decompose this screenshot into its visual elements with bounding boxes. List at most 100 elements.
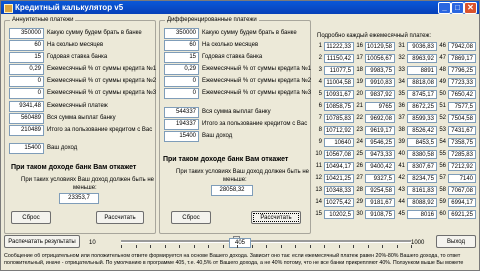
payment-amount-field[interactable]: 7067,08	[448, 186, 476, 195]
slider-tick	[280, 245, 282, 248]
payment-month-number: 37	[398, 115, 405, 121]
payment-amount-field[interactable]: 7577,5	[448, 102, 476, 111]
payment-amount-field[interactable]: 8234,75	[407, 174, 437, 183]
payment-amount-field[interactable]: 9473,33	[365, 150, 395, 159]
payment-amount-field[interactable]: 9254,58	[365, 186, 395, 195]
payment-amount-field[interactable]: 6921,25	[448, 210, 476, 219]
differentiated-field-label: Ваш доход	[202, 133, 233, 139]
exit-button[interactable]: Выход	[436, 235, 476, 248]
differentiated-field-input[interactable]: 15	[164, 52, 199, 63]
ratio-slider-track[interactable]	[121, 240, 411, 243]
maximize-button[interactable]: □	[451, 2, 464, 14]
payment-amount-field[interactable]: 8380,58	[407, 150, 437, 159]
payment-amount-field[interactable]: 7796,25	[448, 66, 476, 75]
payment-amount-field[interactable]: 9983,75	[365, 66, 395, 75]
payment-amount-field[interactable]: 10056,67	[365, 54, 395, 63]
annuity-field-input[interactable]: 350000	[9, 28, 44, 39]
payment-amount-field[interactable]: 7650,42	[448, 90, 476, 99]
payment-amount-field[interactable]: 8016	[407, 210, 437, 219]
payment-amount-field[interactable]: 9400,42	[365, 162, 395, 171]
payment-month-number: 59	[439, 199, 446, 205]
differentiated-field-input[interactable]: 0	[164, 76, 199, 87]
annuity-field-input[interactable]: 60	[9, 40, 44, 51]
annuity-field-input[interactable]: 15400	[9, 143, 44, 154]
payment-amount-field[interactable]: 7942,08	[448, 42, 476, 51]
payment-amount-field[interactable]: 8526,42	[407, 126, 437, 135]
payment-amount-field[interactable]: 11077,5	[324, 66, 354, 75]
payment-amount-field[interactable]: 8963,92	[407, 54, 437, 63]
payment-amount-field[interactable]: 9619,17	[365, 126, 395, 135]
payment-amount-field[interactable]: 9546,25	[365, 138, 395, 147]
annuity-calculate-button[interactable]: Рассчитать	[96, 211, 144, 224]
differentiated-field-input[interactable]: 544337	[164, 107, 199, 118]
annuity-field-input[interactable]: 0	[9, 88, 44, 99]
payment-amount-field[interactable]: 9108,75	[365, 210, 395, 219]
annuity-field-input[interactable]: 15	[9, 52, 44, 63]
payment-amount-field[interactable]: 7723,33	[448, 78, 476, 87]
payment-amount-field[interactable]: 7212,92	[448, 162, 476, 171]
annuity-min-income-field[interactable]: 23353,7	[59, 193, 99, 204]
payment-amount-field[interactable]: 7140	[448, 174, 476, 183]
payment-amount-field[interactable]: 8161,83	[407, 186, 437, 195]
payment-amount-field[interactable]: 7285,83	[448, 150, 476, 159]
differentiated-field-input[interactable]: 15400	[164, 131, 199, 142]
payment-amount-field[interactable]: 9692,08	[365, 114, 395, 123]
close-button[interactable]: ✕	[464, 2, 477, 14]
annuity-field-input[interactable]: 210489	[9, 125, 44, 136]
payment-amount-field[interactable]: 10931,67	[324, 90, 354, 99]
payment-amount-field[interactable]: 8745,17	[407, 90, 437, 99]
payment-month-number: 5	[318, 91, 322, 97]
payment-amount-field[interactable]: 10712,92	[324, 126, 354, 135]
payment-amount-field[interactable]: 10129,58	[365, 42, 395, 51]
payment-amount-field[interactable]: 10421,25	[324, 174, 354, 183]
differentiated-field-input[interactable]: 350000	[164, 28, 199, 39]
payment-amount-field[interactable]: 8453,5	[407, 138, 437, 147]
payment-amount-field[interactable]: 10785,83	[324, 114, 354, 123]
payment-amount-field[interactable]: 9910,83	[365, 78, 395, 87]
payment-amount-field[interactable]: 8818,08	[407, 78, 437, 87]
annuity-field-input[interactable]: 0	[9, 76, 44, 87]
payment-amount-field[interactable]: 7358,75	[448, 138, 476, 147]
payment-amount-field[interactable]: 7431,67	[448, 126, 476, 135]
payment-amount-field[interactable]: 10202,5	[324, 210, 354, 219]
minimize-button[interactable]: _	[438, 2, 451, 14]
annuity-reset-button[interactable]: Сброс	[11, 211, 51, 224]
payment-month-number: 30	[356, 211, 363, 217]
payment-amount-field[interactable]: 8599,33	[407, 114, 437, 123]
payment-amount-field[interactable]: 10348,33	[324, 186, 354, 195]
payment-amount-field[interactable]: 11222,33	[324, 42, 354, 51]
annuity-field-input[interactable]: 9341,48	[9, 101, 44, 112]
annuity-field-input[interactable]: 0,29	[9, 64, 44, 75]
payment-amount-field[interactable]: 9181,67	[365, 198, 395, 207]
payment-amount-field[interactable]: 7504,58	[448, 114, 476, 123]
payment-amount-field[interactable]: 9765	[365, 102, 395, 111]
payment-amount-field[interactable]: 9036,83	[407, 42, 437, 51]
payment-month-number: 47	[439, 55, 446, 61]
payment-amount-field[interactable]: 10858,75	[324, 102, 354, 111]
slider-tick	[121, 245, 122, 248]
differentiated-reset-button[interactable]: Сброс	[171, 211, 211, 224]
payment-month-number: 40	[398, 151, 405, 157]
print-results-button[interactable]: Распечатать результаты	[4, 235, 80, 248]
payment-amount-field[interactable]: 10567,08	[324, 150, 354, 159]
differentiated-calculate-button[interactable]: Рассчитать	[251, 211, 301, 224]
payment-amount-field[interactable]: 6994,17	[448, 198, 476, 207]
payment-amount-field[interactable]: 8672,25	[407, 102, 437, 111]
payment-amount-field[interactable]: 8307,67	[407, 162, 437, 171]
payment-amount-field[interactable]: 10275,42	[324, 198, 354, 207]
differentiated-field-input[interactable]: 0,29	[164, 64, 199, 75]
annuity-field-input[interactable]: 560489	[9, 113, 44, 124]
payment-amount-field[interactable]: 7869,17	[448, 54, 476, 63]
payment-amount-field[interactable]: 10640	[324, 138, 354, 147]
payment-amount-field[interactable]: 11150,42	[324, 54, 354, 63]
payment-amount-field[interactable]: 10494,17	[324, 162, 354, 171]
differentiated-field-input[interactable]: 194337	[164, 119, 199, 130]
payment-amount-field[interactable]: 9327,5	[365, 174, 395, 183]
differentiated-min-income-field[interactable]: 28058,32	[211, 185, 253, 196]
differentiated-field-input[interactable]: 60	[164, 40, 199, 51]
payment-amount-field[interactable]: 11004,58	[324, 78, 354, 87]
differentiated-field-input[interactable]: 0	[164, 88, 199, 99]
payment-amount-field[interactable]: 9837,92	[365, 90, 395, 99]
payment-amount-field[interactable]: 8891	[407, 66, 437, 75]
payment-amount-field[interactable]: 8088,92	[407, 198, 437, 207]
